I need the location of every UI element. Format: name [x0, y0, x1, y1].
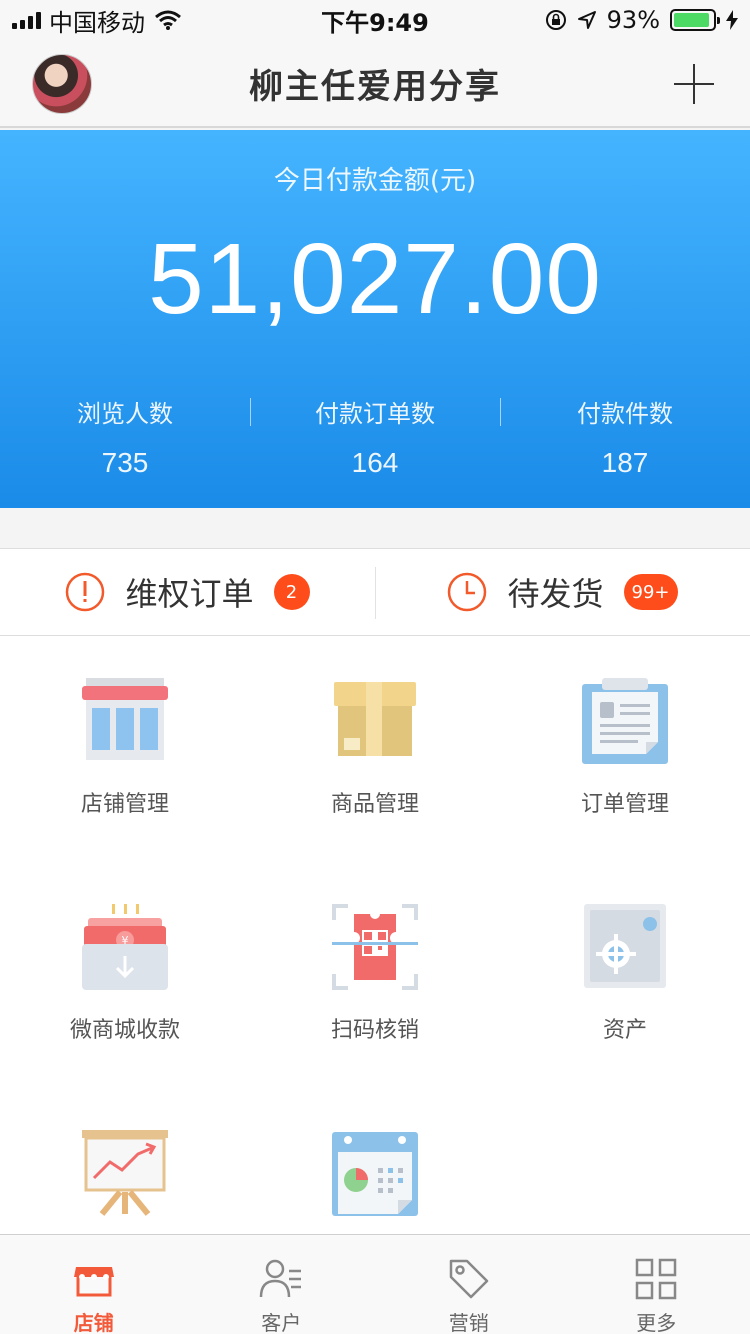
tab-label: 更多 — [636, 1311, 677, 1334]
grid-icon — [636, 1258, 677, 1300]
growth-chart-icon — [82, 1130, 168, 1216]
alert-icon — [66, 572, 105, 612]
mall-payment-item[interactable]: ¥ 微商城收款 — [0, 862, 250, 1088]
pending-shipment-label: 待发货 — [507, 575, 604, 613]
feature-grid: 店铺管理 商品管理 订单管理 ¥ 微商城收款 扫码核销 资产 — [0, 636, 750, 1234]
battery-percent: 93% — [606, 6, 660, 34]
scan-verify-item[interactable]: 扫码核销 — [250, 862, 500, 1088]
package-icon — [334, 682, 416, 756]
charging-icon — [726, 10, 738, 30]
battery-icon — [670, 9, 720, 31]
summary-amount: 51,027.00 — [148, 223, 602, 335]
tab-store[interactable]: 店铺 — [0, 1235, 188, 1334]
grid-item-label: 商品管理 — [330, 792, 419, 817]
customer-icon — [260, 1259, 302, 1298]
quick-actions: 维权订单 2 待发货 99+ — [0, 548, 750, 636]
nav-bar: 柳主任爱用分享 — [0, 40, 750, 128]
store-management-item[interactable]: 店铺管理 — [0, 636, 250, 862]
grid-item-label: 店铺管理 — [80, 792, 169, 817]
stat-paid-items[interactable]: 付款件数 187 — [500, 394, 750, 479]
stat-value: 187 — [601, 447, 649, 478]
tab-label: 店铺 — [73, 1311, 114, 1334]
store-icon — [73, 1267, 114, 1297]
rights-orders-badge: 2 — [273, 574, 310, 610]
grid-item-label: 扫码核销 — [330, 1018, 419, 1043]
tab-more[interactable]: 更多 — [563, 1235, 750, 1334]
tab-bar: 店铺 客户 营销 更多 — [0, 1234, 750, 1334]
rights-orders-label: 维权订单 — [125, 575, 254, 613]
clock-icon — [448, 572, 487, 612]
clipboard-icon — [582, 678, 668, 764]
orientation-lock-icon — [545, 10, 566, 30]
summary-label: 今日付款金额(元) — [273, 166, 477, 196]
payment-summary: 今日付款金额(元) 51,027.00 浏览人数 735 付款订单数 164 付… — [0, 130, 750, 508]
order-management-item[interactable]: 订单管理 — [500, 636, 750, 862]
tab-label: 客户 — [261, 1311, 302, 1334]
stat-value: 735 — [101, 447, 149, 478]
product-management-item[interactable]: 商品管理 — [250, 636, 500, 862]
safe-icon — [584, 904, 666, 988]
pending-shipment-button[interactable]: 待发货 99+ — [375, 549, 750, 635]
grid-item-label: 微商城收款 — [69, 1018, 180, 1043]
stat-paid-orders[interactable]: 付款订单数 164 — [250, 394, 500, 479]
calendar-chart-icon — [332, 1132, 418, 1216]
rights-orders-button[interactable]: 维权订单 2 — [0, 549, 375, 635]
page-title: 柳主任爱用分享 — [249, 66, 501, 107]
assets-item[interactable]: 资产 — [500, 862, 750, 1088]
summary-stats: 浏览人数 735 付款订单数 164 付款件数 187 — [0, 394, 750, 479]
location-arrow-icon — [577, 11, 596, 29]
avatar[interactable] — [32, 54, 92, 114]
qr-ticket-icon — [332, 904, 418, 990]
tab-customers[interactable]: 客户 — [188, 1235, 376, 1334]
grid-item-label: 订单管理 — [580, 792, 669, 817]
add-button[interactable] — [674, 64, 714, 104]
carrier-name: 中国移动 — [49, 8, 145, 37]
status-bar: 中国移动 下午9:49 93% — [0, 0, 750, 40]
tab-label: 营销 — [448, 1311, 489, 1334]
stat-value: 164 — [351, 447, 399, 478]
signal-icon — [12, 11, 41, 29]
stat-visitors[interactable]: 浏览人数 735 — [0, 394, 250, 479]
price-tag-icon — [449, 1259, 488, 1299]
stat-label: 浏览人数 — [77, 400, 173, 428]
pending-shipment-badge: 99+ — [623, 574, 678, 610]
tab-marketing[interactable]: 营销 — [375, 1235, 563, 1334]
cash-receive-icon: ¥ — [82, 904, 168, 990]
grid-item-label: 资产 — [602, 1018, 647, 1043]
wifi-icon — [155, 10, 181, 30]
stat-label: 付款订单数 — [315, 400, 435, 428]
storefront-icon — [82, 678, 168, 760]
stat-label: 付款件数 — [577, 400, 673, 428]
